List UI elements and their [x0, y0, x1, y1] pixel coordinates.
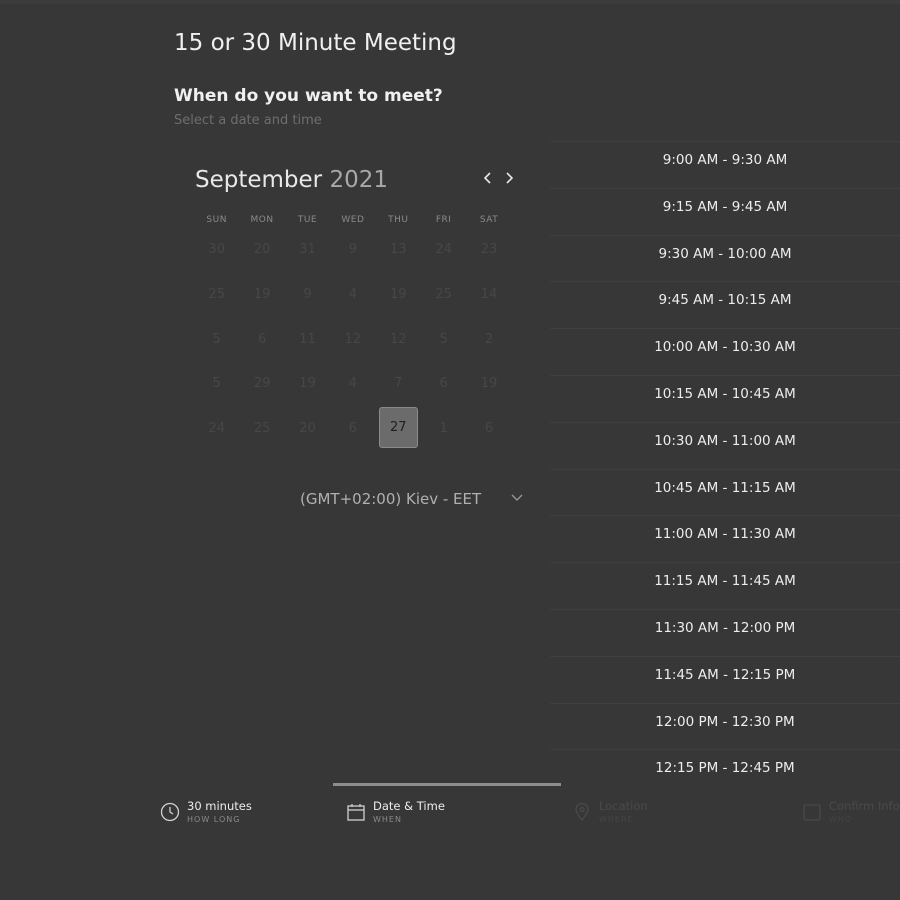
calendar-month-year: September 2021	[195, 167, 388, 193]
calendar-month: September	[195, 167, 323, 193]
chevron-left-icon	[483, 172, 491, 184]
meeting-title: 15 or 30 Minute Meeting	[174, 30, 457, 56]
step-sublabel: WHO	[829, 815, 853, 824]
location-pin-icon	[575, 802, 589, 822]
calendar-day: 6	[484, 421, 494, 437]
step-label: Date & Time	[373, 799, 445, 813]
calendar-grid: SUN MON TUE WED THU FRI SAT 30 20 31 9 1…	[194, 212, 512, 452]
calendar-day: 9	[303, 286, 312, 302]
step-sublabel: WHERE	[599, 815, 634, 824]
calendar-day: 30	[208, 242, 225, 257]
time-slot[interactable]: 11:00 AM - 11:30 AM	[550, 515, 900, 562]
calendar-day-selected[interactable]: 27	[376, 407, 421, 452]
calendar-day: 24	[208, 421, 225, 437]
calendar-day: 14	[480, 286, 498, 302]
calendar-year: 2021	[329, 167, 388, 193]
calendar-icon	[347, 804, 365, 821]
calendar-day: 5	[212, 376, 221, 392]
chevron-right-icon	[506, 172, 514, 184]
card-icon	[803, 804, 821, 821]
calendar-week: 5 29 19 4 7 6 19	[194, 362, 512, 407]
calendar-day: 31	[299, 242, 316, 257]
calendar-week: 25 19 9 4 19 25 14	[194, 273, 512, 318]
calendar-day: 19	[389, 286, 407, 302]
time-slot[interactable]: 12:15 PM - 12:45 PM	[550, 749, 900, 796]
previous-month-button[interactable]	[479, 170, 497, 190]
weekday-label: THU	[388, 215, 409, 225]
time-slot[interactable]: 9:00 AM - 9:30 AM	[550, 141, 900, 188]
clock-icon	[160, 802, 180, 822]
section-subheading: Select a date and time	[174, 113, 322, 128]
calendar-week: 30 20 31 9 13 24 23	[194, 228, 512, 273]
time-slot[interactable]: 12:00 PM - 12:30 PM	[550, 702, 900, 750]
chevron-down-icon[interactable]	[510, 491, 524, 505]
calendar-day: 13	[389, 242, 407, 257]
calendar-day: 20	[299, 421, 316, 437]
calendar-day: 9	[348, 242, 357, 257]
step-sublabel: HOW LONG	[187, 815, 241, 824]
weekday-label: FRI	[435, 215, 452, 225]
calendar-day: 25	[208, 286, 225, 302]
time-slot[interactable]: 11:45 AM - 12:15 PM	[550, 655, 900, 703]
weekday-label: TUE	[297, 215, 318, 225]
time-slot[interactable]: 10:00 AM - 10:30 AM	[550, 328, 900, 375]
step-label: Confirm Info	[829, 799, 900, 813]
calendar-day: 19	[299, 376, 316, 392]
calendar-day: 20	[253, 242, 271, 257]
time-slot[interactable]: 10:45 AM - 11:15 AM	[550, 468, 900, 516]
calendar-day: 5	[439, 331, 448, 347]
step-label: 30 minutes	[187, 799, 252, 813]
time-slot-list: 9:00 AM - 9:30 AM 9:15 AM - 9:45 AM 9:30…	[550, 141, 900, 796]
calendar-day: 6	[439, 376, 448, 392]
weekday-label: SAT	[479, 215, 499, 225]
selected-day-label: 27	[378, 407, 418, 449]
calendar-day: 7	[394, 376, 403, 392]
calendar-day: 11	[299, 331, 316, 347]
calendar-day: 2	[484, 331, 494, 347]
time-slot[interactable]: 10:30 AM - 11:00 AM	[550, 421, 900, 469]
calendar-day: 23	[480, 242, 498, 257]
weekday-header: SUN MON TUE WED THU FRI SAT	[194, 212, 512, 228]
calendar-day: 1	[439, 421, 448, 437]
section-heading: When do you want to meet?	[174, 86, 443, 106]
calendar-day: 12	[344, 331, 362, 347]
calendar-week: 24 25 20 6 27 1 6	[194, 407, 512, 452]
calendar-week: 5 6 11 12 12 5 2	[194, 318, 512, 363]
calendar-day: 5	[212, 331, 221, 347]
next-month-button[interactable]	[500, 170, 518, 190]
time-slot[interactable]: 9:30 AM - 10:00 AM	[550, 234, 900, 282]
weekday-label: WED	[341, 215, 365, 225]
weekday-label: MON	[250, 215, 274, 225]
top-divider	[0, 0, 900, 4]
time-slot[interactable]: 11:15 AM - 11:45 AM	[550, 562, 900, 609]
calendar-day: 19	[480, 376, 498, 392]
time-slot[interactable]: 11:30 AM - 12:00 PM	[550, 608, 900, 656]
calendar-day: 29	[253, 376, 271, 392]
calendar-day: 4	[348, 376, 357, 392]
time-slot[interactable]: 9:15 AM - 9:45 AM	[550, 187, 900, 235]
calendar-day: 6	[348, 421, 357, 437]
calendar-day: 25	[435, 286, 452, 302]
calendar-day: 6	[257, 331, 267, 347]
step-sublabel: WHEN	[373, 815, 402, 824]
calendar-day: 19	[253, 286, 271, 302]
time-slot[interactable]: 9:45 AM - 10:15 AM	[550, 281, 900, 328]
calendar-day: 24	[435, 242, 452, 257]
timezone-select[interactable]: (GMT+02:00) Kiev - EET	[300, 490, 481, 508]
active-step-indicator	[333, 783, 561, 786]
calendar-day: 25	[253, 421, 271, 437]
weekday-label: SUN	[206, 215, 227, 225]
time-slot[interactable]: 10:15 AM - 10:45 AM	[550, 374, 900, 422]
step-label: Location	[599, 799, 648, 813]
calendar-day: 12	[389, 331, 407, 347]
calendar-day: 4	[348, 286, 357, 302]
